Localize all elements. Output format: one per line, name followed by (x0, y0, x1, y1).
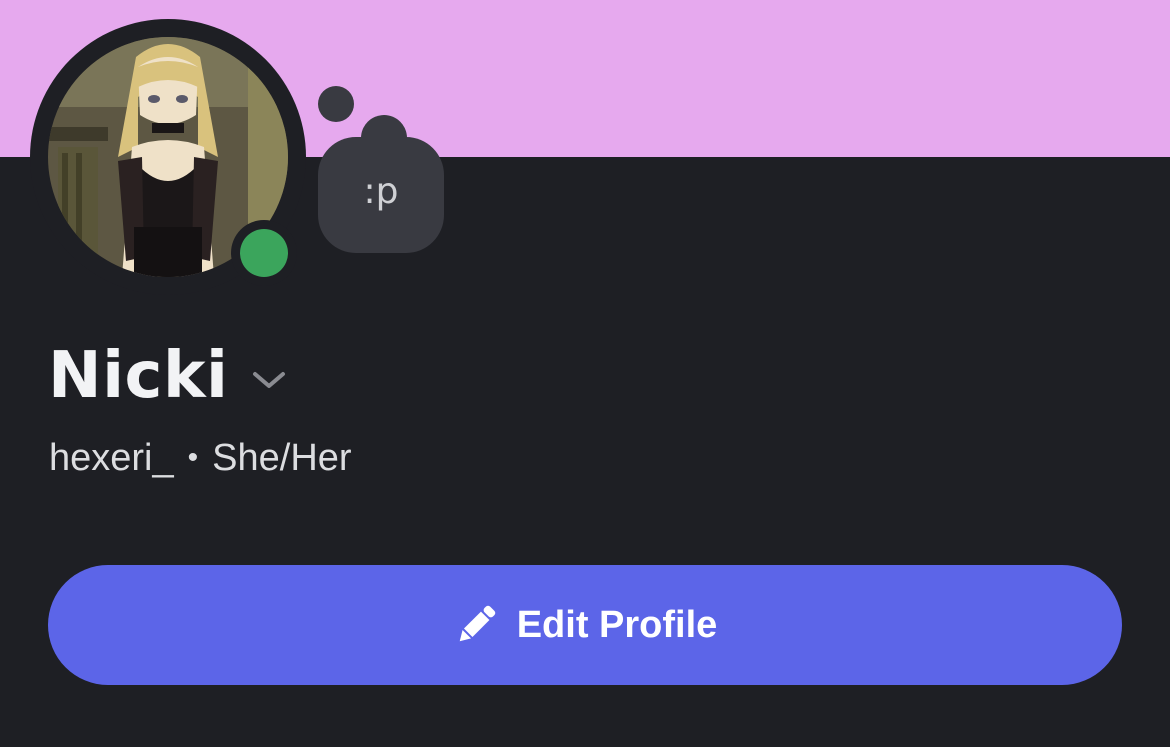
display-name: Nicki (48, 339, 229, 413)
online-status-icon (240, 229, 288, 277)
pronouns: She/Her (212, 436, 352, 479)
chevron-down-icon[interactable] (252, 370, 286, 390)
pencil-icon (459, 605, 495, 642)
edit-profile-button[interactable]: Edit Profile (48, 565, 1122, 685)
username-row: hexeri_ • She/Her (49, 432, 352, 484)
separator: • (187, 441, 199, 474)
custom-status-bubble[interactable]: :p (318, 137, 444, 253)
name-row[interactable]: Nicki (48, 336, 286, 416)
username: hexeri_ (49, 436, 174, 479)
edit-profile-label: Edit Profile (516, 603, 718, 646)
custom-status-text: :p (363, 171, 399, 212)
thought-bubble-dot (318, 86, 354, 122)
